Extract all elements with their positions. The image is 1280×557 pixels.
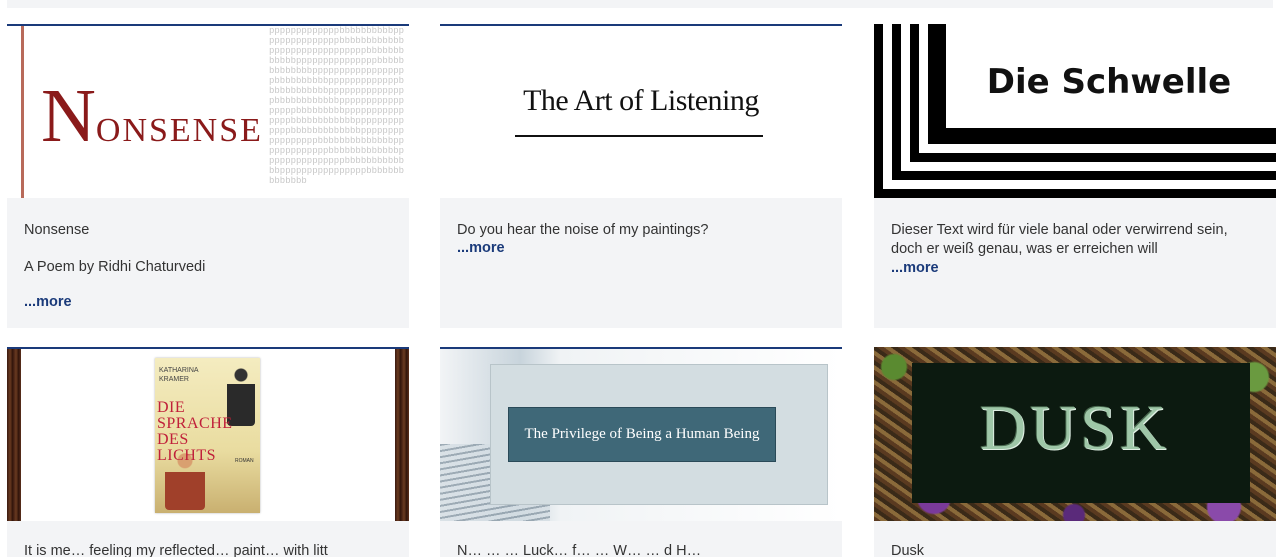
- card-nonsense[interactable]: pppppppppppppbbbbbbbbbbpppppppppppppppbb…: [7, 24, 409, 328]
- card-subtitle: A Poem by Ridhi Chaturvedi: [24, 259, 206, 275]
- thumbnail-title: The Privilege of Being a Human Being: [508, 407, 776, 462]
- card-thumbnail[interactable]: The Privilege of Being a Human Being: [440, 347, 842, 521]
- underline-rule: [515, 135, 763, 137]
- book-author: KATHARINA KRAMER: [159, 367, 199, 383]
- more-link[interactable]: ...more: [457, 240, 505, 256]
- more-link[interactable]: ...more: [891, 260, 939, 276]
- thumbnail-title: DUSK: [979, 392, 1171, 463]
- card-title: Do you hear the noise of my paintings?: [457, 222, 709, 238]
- book-genre: ROMAN: [235, 458, 254, 464]
- thumbnail-title: The Art of Listening: [523, 84, 759, 117]
- book-title: DIE SPRACHE DES LICHTS: [157, 399, 233, 464]
- card-title: N… … … Luck… f… … W… … d H…: [457, 543, 702, 557]
- card-sprache-des-lichts[interactable]: KATHARINA KRAMER DIE SPRACHE DES LICHTS R…: [7, 347, 409, 557]
- book-cover: KATHARINA KRAMER DIE SPRACHE DES LICHTS R…: [155, 358, 260, 513]
- card-thumbnail[interactable]: DUSK: [874, 347, 1276, 521]
- card-thumbnail[interactable]: pppppppppppppbbbbbbbbbbpppppppppppppppbb…: [7, 24, 409, 198]
- card-thumbnail[interactable]: The Art of Listening: [440, 24, 842, 198]
- frame-left: [7, 349, 21, 521]
- card-die-schwelle[interactable]: Die Schwelle Dieser Text wird für viele …: [874, 24, 1276, 328]
- letter-pattern: pppppppppppppbbbbbbbbbbpppppppppppppppbb…: [269, 26, 405, 186]
- card-dusk[interactable]: DUSK Dusk: [874, 347, 1276, 557]
- more-link[interactable]: ...more: [24, 294, 72, 310]
- card-title-line2: doch er weiß genau, was er erreichen wil…: [891, 241, 1158, 257]
- top-bar: [7, 0, 1273, 8]
- thumbnail-title: Die Schwelle: [986, 62, 1232, 102]
- card-title: Dusk: [891, 543, 925, 557]
- thumbnail-title: NONSENSE: [41, 74, 263, 158]
- card-title: It is me… feeling my reflected… paint… w…: [24, 543, 328, 557]
- frame-right: [395, 349, 409, 521]
- card-title: Nonsense: [24, 222, 90, 238]
- card-thumbnail[interactable]: KATHARINA KRAMER DIE SPRACHE DES LICHTS R…: [7, 347, 409, 521]
- card-title-line1: Dieser Text wird für viele banal oder ve…: [891, 222, 1228, 238]
- decorative-line: [21, 26, 24, 198]
- card-thumbnail[interactable]: Die Schwelle: [874, 24, 1276, 198]
- card-privilege[interactable]: The Privilege of Being a Human Being N… …: [440, 347, 842, 557]
- card-art-of-listening[interactable]: The Art of Listening Do you hear the noi…: [440, 24, 842, 328]
